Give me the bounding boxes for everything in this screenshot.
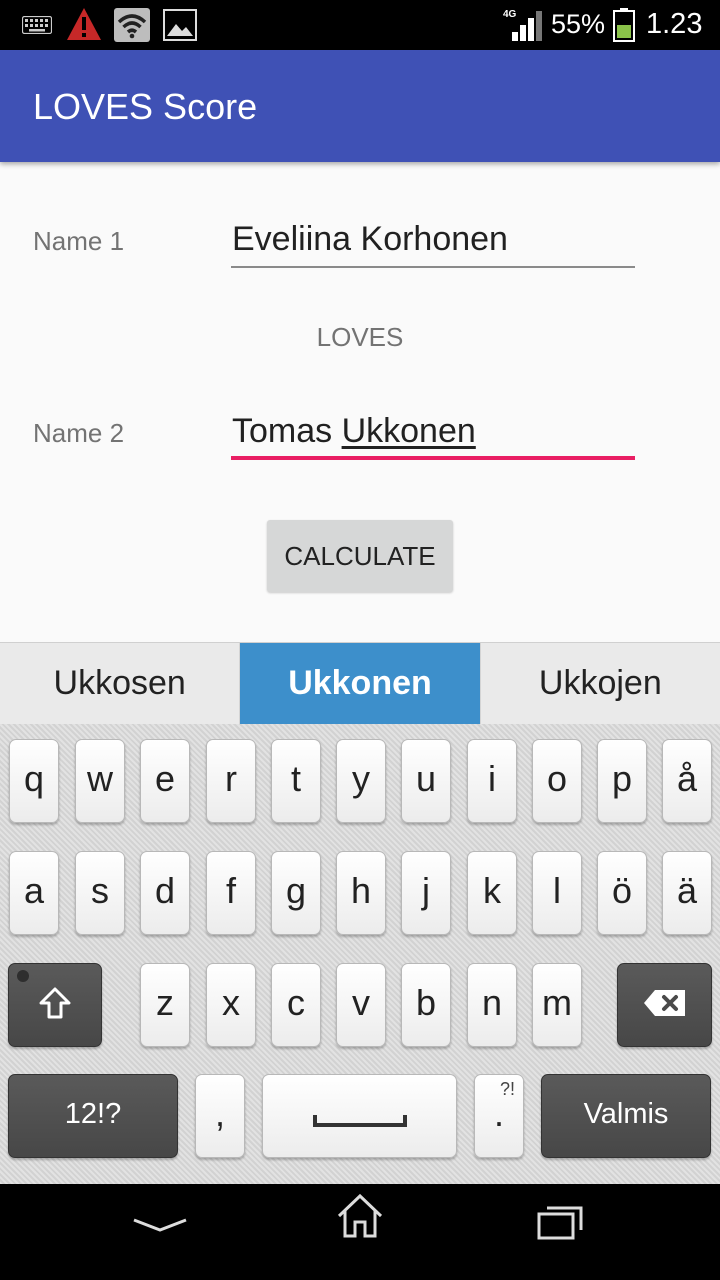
backspace-key[interactable] [617, 963, 712, 1047]
wifi-icon [114, 8, 150, 42]
key-q[interactable]: q [9, 739, 59, 823]
key-d[interactable]: d [140, 851, 190, 935]
name2-first-part: Tomas [232, 412, 342, 450]
key-g[interactable]: g [271, 851, 321, 935]
key-a-umlaut[interactable]: ä [662, 851, 712, 935]
name1-value: Eveliina Korhonen [232, 220, 508, 258]
shift-icon [39, 987, 71, 1019]
back-icon[interactable] [131, 1206, 189, 1242]
key-w[interactable]: w [75, 739, 125, 823]
recent-apps-icon[interactable] [536, 1200, 586, 1242]
key-l[interactable]: l [532, 851, 582, 935]
key-n[interactable]: n [467, 963, 517, 1047]
key-m[interactable]: m [532, 963, 582, 1047]
alert-icon [67, 8, 101, 40]
status-bar: 4G 55% 1.23 [0, 0, 720, 50]
key-e[interactable]: e [140, 739, 190, 823]
space-bar-icon [312, 1115, 407, 1127]
key-j[interactable]: j [401, 851, 451, 935]
home-icon[interactable] [335, 1192, 385, 1242]
signal-icon: 4G [503, 9, 542, 41]
key-o[interactable]: o [532, 739, 582, 823]
key-y[interactable]: y [336, 739, 386, 823]
backspace-icon [643, 990, 685, 1016]
caps-indicator [17, 970, 29, 982]
key-u[interactable]: u [401, 739, 451, 823]
network-type-label: 4G [503, 9, 517, 20]
keyboard-icon [22, 16, 52, 34]
navigation-bar [0, 1184, 720, 1280]
key-a[interactable]: a [9, 851, 59, 935]
loves-label: LOVES [316, 322, 404, 352]
suggestion-item[interactable]: Ukkojen [481, 643, 720, 724]
key-f[interactable]: f [206, 851, 256, 935]
period-key[interactable]: ?! . [474, 1074, 524, 1158]
key-t[interactable]: t [271, 739, 321, 823]
name2-composing-word: Ukkonen [341, 412, 476, 450]
suggestion-bar: Ukkosen Ukkonen Ukkojen [0, 642, 720, 724]
space-key[interactable] [262, 1074, 457, 1158]
soft-keyboard: q w e r t y u i o p å a s d f g h j k l … [0, 724, 720, 1184]
key-x[interactable]: x [206, 963, 256, 1047]
symbols-key[interactable]: 12!? [8, 1074, 178, 1158]
key-r[interactable]: r [206, 739, 256, 823]
battery-percent: 55% [551, 9, 606, 39]
key-i[interactable]: i [467, 739, 517, 823]
key-b[interactable]: b [401, 963, 451, 1047]
key-p[interactable]: p [597, 739, 647, 823]
done-key[interactable]: Valmis [541, 1074, 711, 1158]
key-c[interactable]: c [271, 963, 321, 1047]
image-icon [163, 9, 197, 41]
battery-icon [613, 8, 635, 42]
key-a-ring[interactable]: å [662, 739, 712, 823]
key-o-umlaut[interactable]: ö [597, 851, 647, 935]
form-content: Name 1 Eveliina Korhonen LOVES Name 2 To… [0, 162, 720, 642]
key-v[interactable]: v [336, 963, 386, 1047]
app-title: LOVES Score [33, 86, 258, 127]
suggestion-item-selected[interactable]: Ukkonen [240, 643, 481, 724]
comma-key[interactable]: , [195, 1074, 245, 1158]
key-s[interactable]: s [75, 851, 125, 935]
name2-input[interactable]: Tomas Ukkonen [231, 404, 635, 460]
calculate-button[interactable]: CALCULATE [267, 520, 453, 592]
name1-input[interactable]: Eveliina Korhonen [231, 212, 635, 268]
name2-label: Name 2 [33, 418, 125, 448]
key-h[interactable]: h [336, 851, 386, 935]
period-alt-label: ?! [499, 1079, 515, 1099]
key-k[interactable]: k [467, 851, 517, 935]
name1-label: Name 1 [33, 226, 125, 256]
clock: 1.23 [646, 8, 703, 40]
app-bar: LOVES Score [0, 50, 720, 162]
key-z[interactable]: z [140, 963, 190, 1047]
name2-value: Tomas Ukkonen [232, 412, 476, 451]
suggestion-item[interactable]: Ukkosen [0, 643, 241, 724]
shift-key[interactable] [8, 963, 102, 1047]
